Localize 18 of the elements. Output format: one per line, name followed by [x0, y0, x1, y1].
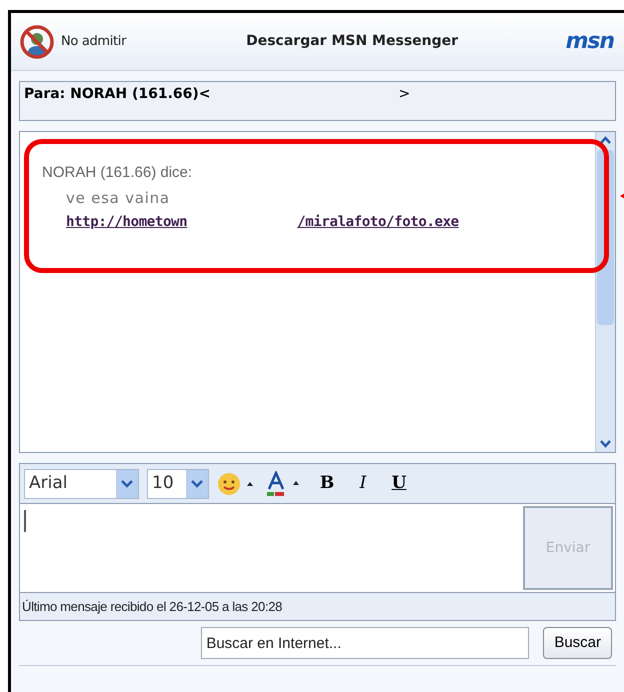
search-button[interactable]: Buscar — [543, 627, 612, 659]
search-field[interactable]: Buscar en Internet... — [201, 627, 530, 659]
message-text: ve esa vaina — [65, 188, 171, 208]
recipient-closing: > — [398, 85, 410, 104]
recipient-field[interactable]: Para: NORAH (161.66)< > — [19, 81, 616, 121]
recipient-label: Para: NORAH (161.66)< — [24, 85, 211, 104]
bold-button[interactable]: B — [313, 470, 341, 496]
download-link[interactable]: Descargar MSN Messenger — [246, 31, 458, 52]
font-select[interactable]: Arial — [24, 468, 139, 498]
italic-button[interactable]: I — [349, 470, 377, 496]
message-link[interactable]: http://hometown /miralafoto/foto.exe — [66, 212, 459, 233]
sender-line: NORAH (161.66) dice: — [42, 163, 194, 183]
msn-logo: msn — [566, 28, 614, 56]
underline-button[interactable]: U — [385, 470, 413, 496]
block-label[interactable]: No admitir — [61, 32, 126, 52]
status-bar: Último mensaje recibido el 26-12-05 a las 20:28 — [20, 592, 615, 620]
blocked-person-icon[interactable] — [19, 24, 55, 60]
size-select[interactable]: 10 — [147, 468, 209, 498]
